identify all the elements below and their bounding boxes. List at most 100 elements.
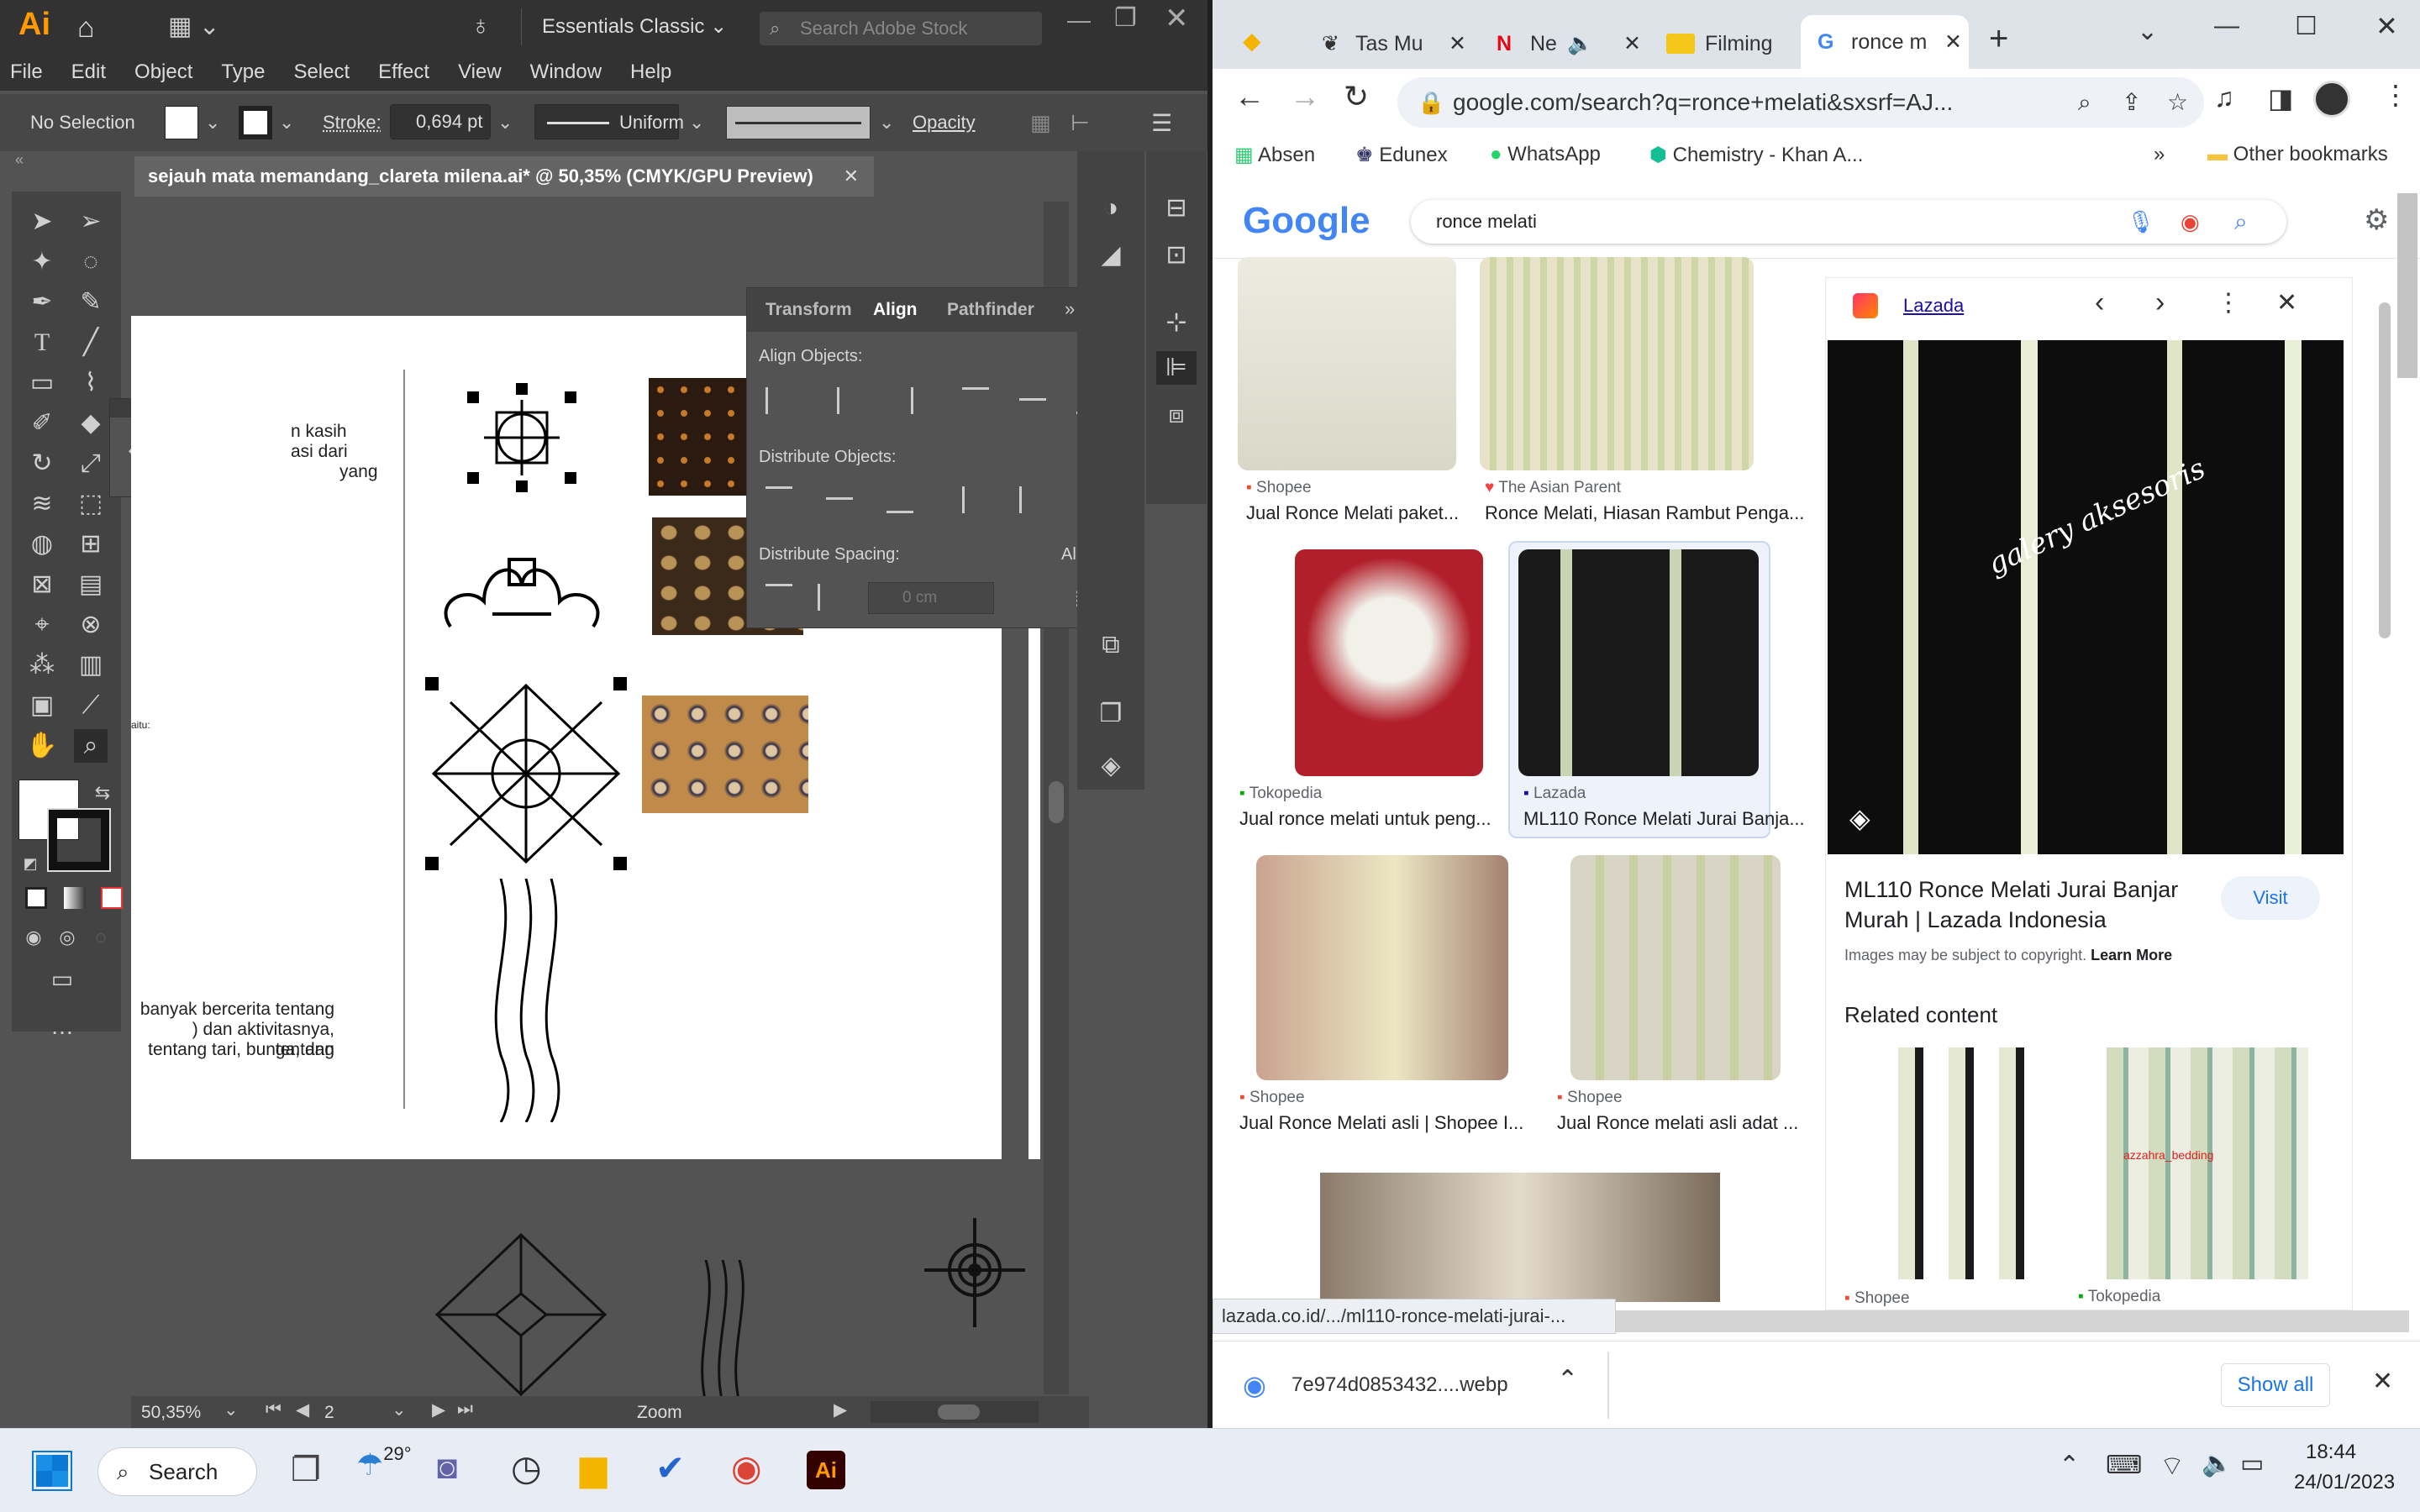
align-dock-icon[interactable]: ⊫	[1156, 351, 1197, 385]
scrollbar-thumb[interactable]	[1049, 781, 1064, 823]
viewer-main-image[interactable]: galery aksesoris ◈	[1828, 340, 2344, 854]
teams-icon[interactable]: ◙	[437, 1449, 457, 1487]
properties-panel-icon[interactable]: ⊟	[1160, 192, 1193, 225]
blend-tool-icon[interactable]: ⊗	[74, 608, 108, 642]
wifi-icon[interactable]: ⌔	[2160, 1449, 2185, 1483]
align-top-icon[interactable]	[962, 387, 989, 414]
weather-widget[interactable]: ☂29°	[356, 1443, 412, 1483]
zoom-icon[interactable]: ⌕	[2078, 77, 2091, 128]
result-image-2[interactable]	[1480, 257, 1754, 470]
related-image-2[interactable]: azzahra_bedding	[2107, 1047, 2308, 1279]
result-source-2[interactable]: ♥ The Asian Parent	[1485, 479, 1621, 497]
tab-align[interactable]: Align	[873, 300, 918, 320]
eyedropper-icon[interactable]: ⌖	[25, 608, 59, 642]
stroke-swatch[interactable]	[239, 106, 272, 139]
perspective-grid-icon[interactable]: ⊞	[74, 528, 108, 561]
show-hidden-icons[interactable]: ⌃	[2059, 1451, 2080, 1480]
pen-tool-icon[interactable]: ✒	[25, 286, 59, 319]
file-explorer-icon[interactable]: ▆	[580, 1447, 607, 1488]
illustrator-taskbar-icon[interactable]: Ai	[807, 1451, 845, 1489]
swap-colors-icon[interactable]: ⇆	[86, 776, 119, 810]
screen-mode-icon[interactable]: ▭	[45, 963, 79, 996]
none-mode-icon[interactable]	[101, 887, 123, 909]
tab-filming[interactable]: Filming✕	[1655, 20, 1823, 67]
share-icon[interactable]: ⇪	[2122, 77, 2141, 128]
transform-dock-icon[interactable]: ⊹	[1160, 306, 1193, 339]
rotate-tool-icon[interactable]: ↻	[25, 447, 59, 480]
document-close-icon[interactable]: ✕	[844, 156, 859, 197]
viewer-prev-icon[interactable]: ‹	[2095, 286, 2104, 319]
keyboard-icon[interactable]: ⌨	[2106, 1451, 2142, 1480]
spacing-input[interactable]: 0 cm	[868, 582, 994, 614]
menu-object[interactable]: Object	[134, 60, 192, 84]
variable-width-profile[interactable]: Uniform	[534, 104, 684, 139]
viewer-source-link[interactable]: Lazada	[1903, 295, 1964, 317]
collapse-toolbar-icon[interactable]: «	[15, 151, 24, 169]
result-caption-6[interactable]: Jual Ronce melati asli adat ...	[1557, 1112, 1798, 1134]
bookmark-star-icon[interactable]: ☆	[2167, 77, 2188, 128]
selection-tool-icon[interactable]: ➤	[25, 205, 59, 239]
align-grid-icon[interactable]: ▦	[1030, 110, 1051, 136]
slice-tool-icon[interactable]: ⟋	[74, 689, 108, 722]
scale-tool-icon[interactable]: ⤢	[74, 447, 108, 480]
show-all-button[interactable]: Show all	[2221, 1363, 2330, 1407]
document-tab[interactable]: sejauh mata memandang_clareta milena.ai*…	[134, 156, 874, 197]
back-icon[interactable]: ←	[1234, 79, 1265, 114]
artboard-tool-icon[interactable]: ▣	[25, 689, 59, 722]
last-artboard-icon[interactable]: ⏭	[457, 1399, 473, 1420]
color-panel-icon[interactable]: ◑	[1094, 192, 1128, 225]
search-submit-icon[interactable]: ⌕	[2234, 200, 2248, 244]
menu-help[interactable]: Help	[630, 60, 671, 84]
status-arrow-icon[interactable]: ▶	[834, 1399, 847, 1420]
workspace-switcher-icon[interactable]: ▦ ⌄	[168, 12, 220, 41]
first-artboard-icon[interactable]: ⏮	[266, 1399, 281, 1420]
distribute-left-icon[interactable]	[962, 486, 989, 513]
bookmark-edunex[interactable]: ♚ Edunex	[1355, 143, 1448, 167]
free-transform-icon[interactable]: ⬚	[74, 487, 108, 521]
related-source-2[interactable]: ▪ Tokopedia	[2078, 1288, 2160, 1306]
shape-builder-icon[interactable]: ◍	[25, 528, 59, 561]
stock-search-input[interactable]: ⌕ Search Adobe Stock	[760, 12, 1042, 45]
menu-window[interactable]: Window	[530, 60, 602, 84]
tab-close-icon[interactable]: ✕	[1449, 20, 1466, 67]
battery-icon[interactable]: ▭	[2240, 1449, 2264, 1478]
minimize-icon[interactable]: —	[1067, 7, 1091, 34]
color-mode-icon[interactable]	[25, 887, 47, 909]
bookmark-khan[interactable]: ⬢ Chemistry - Khan A...	[1649, 143, 1863, 167]
tab-close-icon[interactable]: ✕	[1623, 20, 1641, 67]
result-image-6[interactable]	[1570, 855, 1781, 1080]
panel-expand-icon[interactable]: »	[1065, 298, 1075, 320]
viewer-scrollbar[interactable]	[2379, 302, 2391, 638]
lightbulb-icon[interactable]: ♁	[471, 10, 491, 41]
lasso-icon[interactable]: ◌	[74, 245, 108, 279]
transform-panel-icon[interactable]: ⧉	[1094, 628, 1128, 662]
result-caption-5[interactable]: Jual Ronce Melati asli | Shopee I...	[1239, 1112, 1523, 1134]
horizontal-scrollbar[interactable]	[871, 1401, 1039, 1423]
tab-ronce-melati[interactable]: Gronce m ✕	[1801, 15, 1969, 69]
transform-icon[interactable]: ⊢	[1071, 110, 1090, 136]
workspace-dropdown[interactable]: Essentials Classic ⌄	[521, 8, 729, 45]
learn-more-link[interactable]: Learn More	[2091, 947, 2172, 963]
home-icon[interactable]: ⌂	[77, 12, 95, 45]
gradient-tool-icon[interactable]: ▤	[74, 568, 108, 601]
panel-menu-icon[interactable]: ☰	[1151, 109, 1172, 137]
clock-date[interactable]: 24/01/2023	[2294, 1471, 2395, 1494]
site-info-icon[interactable]: 🔒	[1418, 77, 1444, 128]
type-tool-icon[interactable]: T	[25, 326, 59, 360]
opacity-label[interactable]: Opacity	[913, 112, 976, 134]
horizontal-spacing-icon[interactable]	[818, 584, 844, 611]
stroke-color-box[interactable]	[47, 808, 111, 872]
close-icon[interactable]: ✕	[1165, 2, 1189, 35]
artboard-number[interactable]: 2	[324, 1403, 334, 1423]
gradient-mode-icon[interactable]	[64, 887, 86, 909]
menu-type[interactable]: Type	[221, 60, 265, 84]
lens-icon[interactable]: ◉	[2181, 200, 2200, 244]
menu-effect[interactable]: Effect	[378, 60, 429, 84]
result-image-4[interactable]	[1518, 549, 1759, 776]
fill-dropdown-icon[interactable]: ⌄	[205, 112, 220, 134]
stroke-dropdown-icon[interactable]: ⌄	[279, 112, 294, 134]
result-source-6[interactable]: ▪ Shopee	[1557, 1089, 1623, 1107]
task-view-icon[interactable]: ❐	[291, 1451, 321, 1489]
result-caption-1[interactable]: Jual Ronce Melati paket...	[1246, 502, 1459, 524]
draw-normal-icon[interactable]: ◉	[17, 921, 50, 954]
